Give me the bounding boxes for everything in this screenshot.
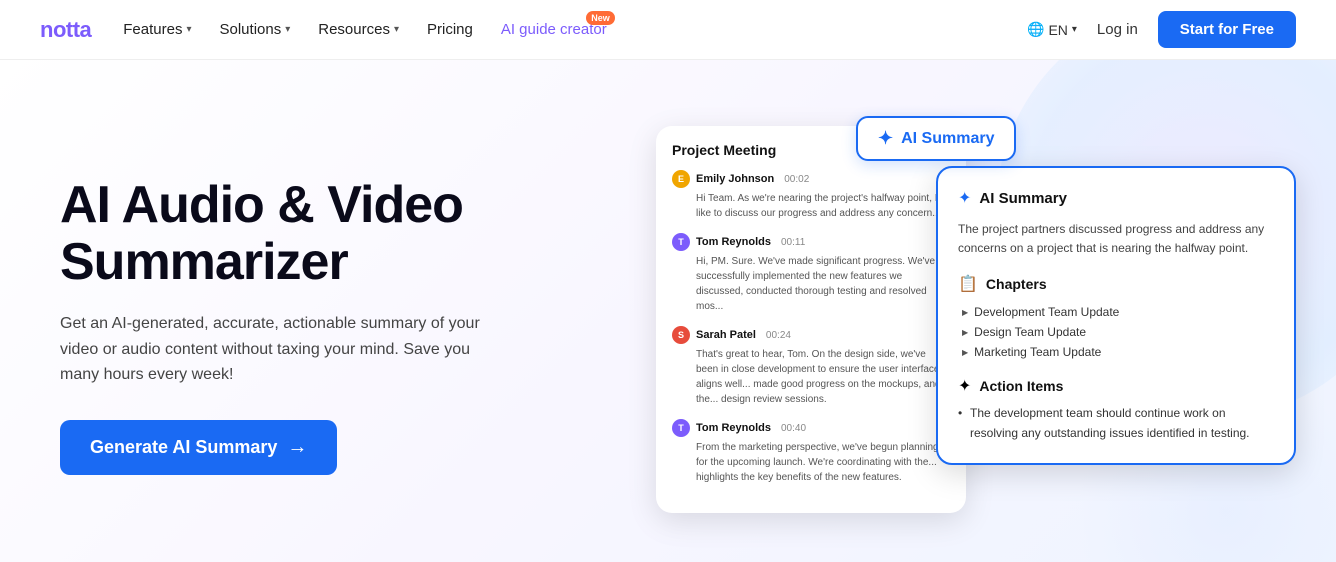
transcript-text-1: Hi Team. As we're nearing the project's … [672,191,950,221]
ai-panel-title: AI Summary [979,190,1067,207]
ai-summary-panel: ✦ AI Summary The project partners discus… [936,166,1296,465]
login-button[interactable]: Log in [1097,21,1138,38]
speaker-time-3: 00:24 [766,330,791,341]
chapter-item-2: Design Team Update [962,322,1274,342]
action-item-text: The development team should continue wor… [958,404,1274,442]
speaker-line-2: T Tom Reynolds 00:11 [672,233,950,251]
nav-right: 🌐 EN ▾ Log in Start for Free [1027,11,1296,48]
transcript-entry-2: T Tom Reynolds 00:11 Hi, PM. Sure. We've… [672,233,950,314]
features-chevron-icon: ▾ [186,24,191,35]
chapter-item-1: Development Team Update [962,302,1274,322]
chapters-icon: 📋 [958,274,978,294]
chapter-list: Development Team Update Design Team Upda… [958,302,1274,362]
transcript-text-2: Hi, PM. Sure. We've made significant pro… [672,254,950,314]
speaker-dot-sarah: S [672,326,690,344]
speaker-time-1: 00:02 [784,174,809,185]
ai-panel-summary: The project partners discussed progress … [958,220,1274,258]
ai-panel-header: ✦ AI Summary [958,188,1274,208]
nav-resources[interactable]: Resources ▾ [318,21,399,38]
navbar: notta Features ▾ Solutions ▾ Resources ▾… [0,0,1336,60]
nav-ai-guide[interactable]: AI guide creator New [501,21,607,38]
ai-tab-icon: ✦ [878,128,893,149]
globe-icon: 🌐 [1027,21,1044,38]
ai-summary-tab[interactable]: ✦ AI Summary [856,116,1016,161]
chapters-title: Chapters [986,276,1047,292]
action-items-section-header: ✦ Action Items [958,376,1274,396]
speaker-line-3: S Sarah Patel 00:24 [672,326,950,344]
nav-features[interactable]: Features ▾ [123,21,191,38]
hero-section: AI Audio & Video Summarizer Get an AI-ge… [0,60,1336,562]
resources-chevron-icon: ▾ [394,24,399,35]
ai-tab-label: AI Summary [901,130,994,148]
speaker-name-1: Emily Johnson [696,173,774,185]
solutions-chevron-icon: ▾ [285,24,290,35]
lang-chevron-icon: ▾ [1072,24,1077,35]
speaker-dot-tom-2: T [672,419,690,437]
transcript-card: Project Meeting E Emily Johnson 00:02 Hi… [656,126,966,513]
chapters-section-header: 📋 Chapters [958,274,1274,294]
transcript-entry-1: E Emily Johnson 00:02 Hi Team. As we're … [672,170,950,221]
start-free-button[interactable]: Start for Free [1158,11,1296,48]
speaker-line-1: E Emily Johnson 00:02 [672,170,950,188]
hero-left: AI Audio & Video Summarizer Get an AI-ge… [60,177,500,475]
speaker-name-2: Tom Reynolds [696,236,771,248]
cta-label: Generate AI Summary [90,437,277,458]
speaker-time-4: 00:40 [781,423,806,434]
speaker-dot-tom-1: T [672,233,690,251]
chapter-item-3: Marketing Team Update [962,342,1274,362]
speaker-name-3: Sarah Patel [696,329,756,341]
speaker-name-4: Tom Reynolds [696,422,771,434]
transcript-text-3: That's great to hear, Tom. On the design… [672,347,950,407]
hero-right-mockup: Project Meeting E Emily Johnson 00:02 Hi… [656,106,1296,546]
transcript-entry-4: T Tom Reynolds 00:40 From the marketing … [672,419,950,485]
new-badge: New [586,11,615,25]
speaker-dot-emily: E [672,170,690,188]
speaker-time-2: 00:11 [781,237,805,248]
ai-panel-icon: ✦ [958,188,971,208]
hero-subtitle: Get an AI-generated, accurate, actionabl… [60,311,500,388]
logo[interactable]: notta [40,17,91,43]
language-selector[interactable]: 🌐 EN ▾ [1027,21,1077,38]
nav-links: Features ▾ Solutions ▾ Resources ▾ Prici… [123,21,606,38]
speaker-line-4: T Tom Reynolds 00:40 [672,419,950,437]
generate-summary-button[interactable]: Generate AI Summary → [60,420,337,475]
nav-solutions[interactable]: Solutions ▾ [220,21,291,38]
nav-left: notta Features ▾ Solutions ▾ Resources ▾… [40,17,607,43]
action-items-icon: ✦ [958,376,971,396]
action-items-title: Action Items [979,378,1063,394]
nav-pricing[interactable]: Pricing [427,21,473,38]
transcript-text-4: From the marketing perspective, we've be… [672,440,950,485]
transcript-entry-3: S Sarah Patel 00:24 That's great to hear… [672,326,950,407]
cta-arrow-icon: → [287,436,307,459]
hero-title: AI Audio & Video Summarizer [60,177,500,291]
